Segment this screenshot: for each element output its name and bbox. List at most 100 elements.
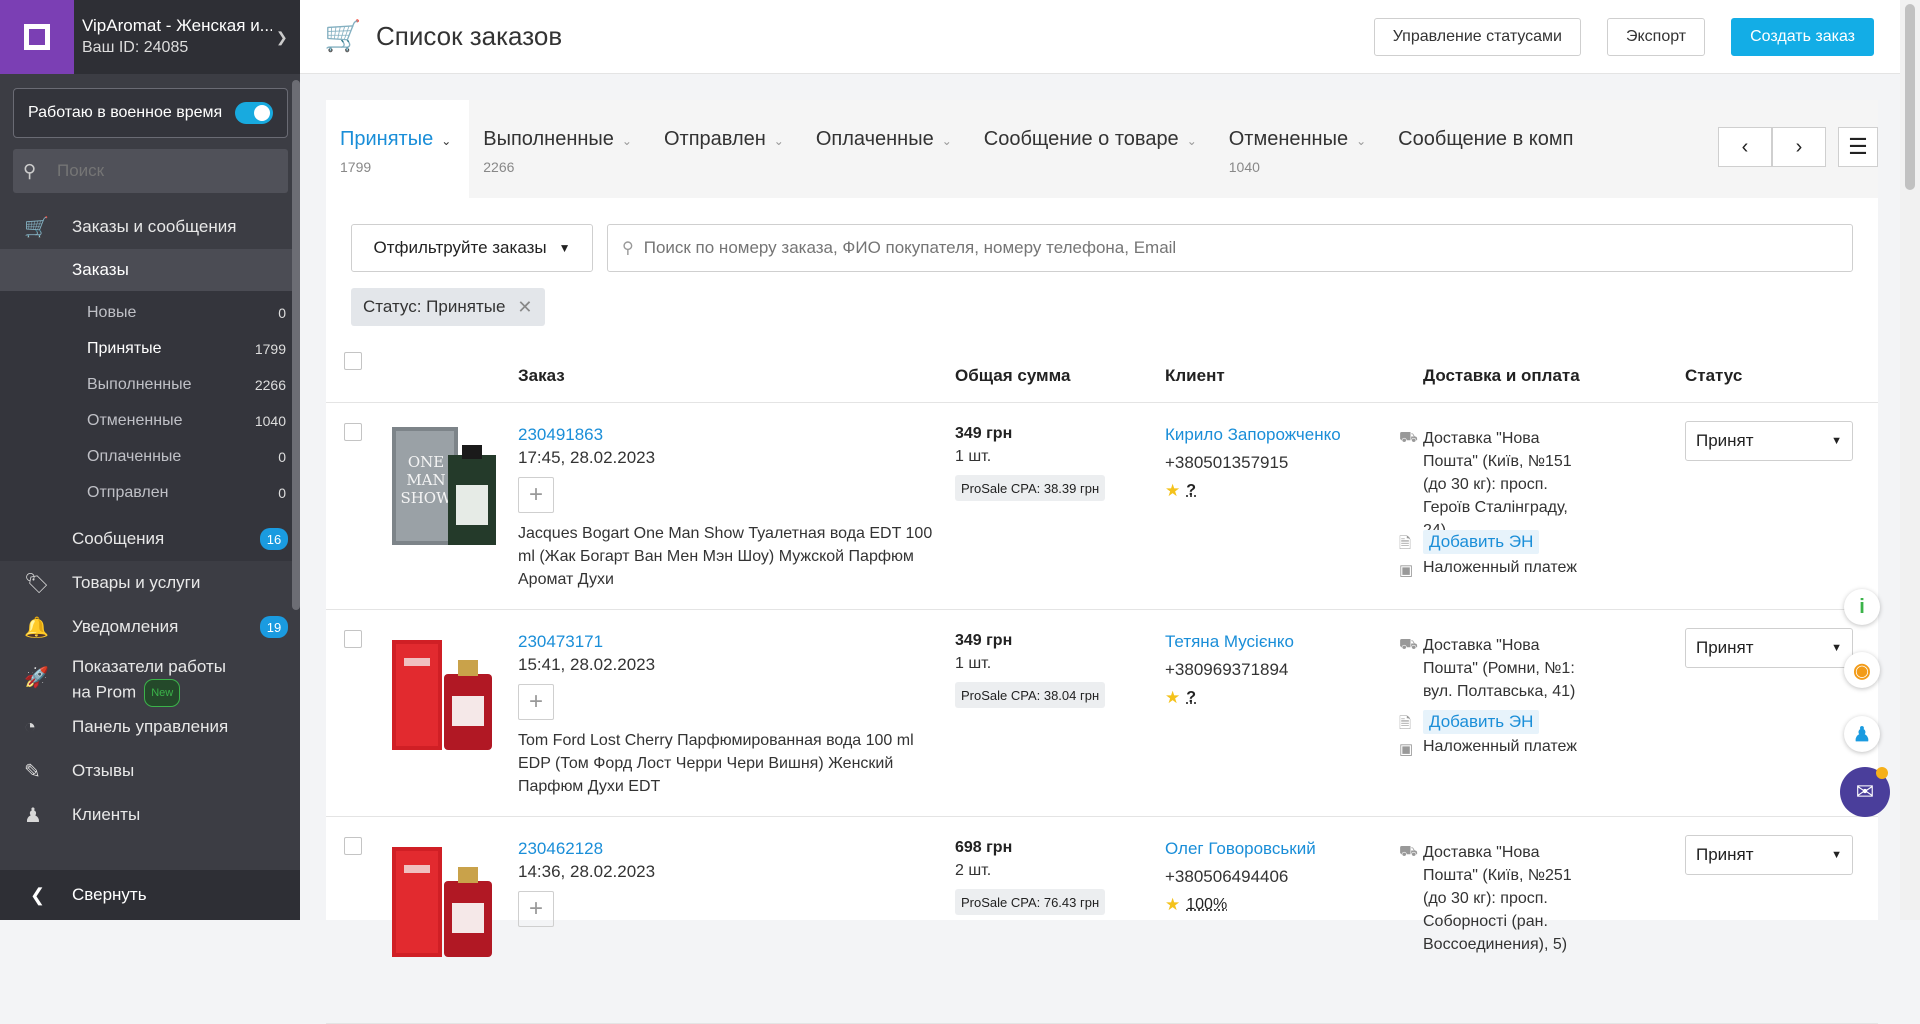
product-image[interactable] — [390, 841, 500, 966]
chevron-down-icon[interactable]: ❯ — [276, 29, 300, 46]
filter-orders-dropdown[interactable]: Отфильтруйте заказы ▼ — [351, 224, 593, 272]
table-row[interactable]: 230462128 14:36, 28.02.2023 + 698 грн 2 … — [326, 817, 1878, 1024]
add-en-button[interactable]: Добавить ЭН — [1423, 530, 1540, 554]
client-rating[interactable]: ★ 100% — [1165, 895, 1227, 915]
wallet-icon: ▣ — [1399, 562, 1414, 579]
collapse-sidebar-button[interactable]: ❮ Свернуть — [0, 870, 300, 920]
column-header: Клиент — [1165, 366, 1225, 385]
status-count: 0 — [278, 449, 286, 465]
chevron-down-icon: ▼ — [558, 241, 571, 255]
info-icon[interactable]: i — [1844, 589, 1880, 625]
sidebar-search-input[interactable] — [57, 161, 257, 181]
order-search-input[interactable] — [643, 238, 1744, 258]
status-select[interactable]: Принят ▼ — [1685, 835, 1853, 875]
row-checkbox[interactable] — [344, 423, 362, 441]
add-product-button[interactable]: + — [518, 684, 554, 720]
tab-cancelled[interactable]: Отмененные ⌄ 1040 — [1215, 100, 1384, 198]
status-label: Выполненные — [87, 376, 192, 393]
tab-completed[interactable]: Выполненные ⌄ 2266 — [469, 100, 650, 198]
sidebar-item-notifications[interactable]: 🔔 Уведомления 19 — [0, 605, 300, 649]
tabs-next-button[interactable]: › — [1772, 127, 1826, 167]
tab-paid[interactable]: Оплаченные ⌄ — [802, 100, 970, 198]
tabs-prev-button[interactable]: ‹ — [1718, 127, 1772, 167]
product-image[interactable]: ONE MAN SHOW — [390, 427, 500, 552]
tab-product-message[interactable]: Сообщение о товаре ⌄ — [970, 100, 1215, 198]
order-sum: 349 грн — [955, 425, 1013, 442]
tab-company-message[interactable]: Сообщение в комп — [1384, 100, 1574, 198]
sidebar-item-label: Отзывы — [72, 761, 135, 780]
sidebar-search[interactable]: ⚲ — [13, 149, 288, 193]
truck-icon: ⛟ — [1399, 429, 1418, 446]
column-header: Доставка и оплата — [1423, 366, 1580, 385]
chevron-down-icon: ▼ — [1831, 849, 1842, 861]
sidebar-scrollbar[interactable] — [292, 80, 300, 610]
order-search[interactable]: ⚲ — [607, 224, 1853, 272]
add-product-button[interactable]: + — [518, 477, 554, 513]
star-icon: ★ — [1165, 688, 1181, 707]
client-name-link[interactable]: Тетяна Мусієнко — [1165, 632, 1294, 652]
order-id-link[interactable]: 230462128 — [518, 839, 603, 859]
delivery-info: Доставка "Нова Пошта" (Київ, №251 (до 30… — [1423, 844, 1572, 953]
sidebar-item-label: Клиенты — [72, 805, 141, 824]
client-name-link[interactable]: Олег Говоровський — [1165, 839, 1316, 859]
tab-sent[interactable]: Отправлен ⌄ — [650, 100, 802, 198]
menu-icon[interactable]: ☰ — [1838, 127, 1878, 167]
row-checkbox[interactable] — [344, 630, 362, 648]
status-count: 1799 — [254, 341, 286, 357]
sidebar-status-paid[interactable]: Оплаченные 0 — [0, 439, 300, 475]
client-rating[interactable]: ★? — [1165, 688, 1196, 708]
delivery-info: Доставка "Нова Пошта" (Київ, №151 (до 30… — [1423, 430, 1572, 539]
company-header[interactable]: VipAromat - Женская и... Ваш ID: 24085 ❯ — [0, 0, 300, 74]
close-icon[interactable]: ✕ — [517, 297, 532, 318]
status-select[interactable]: Принят ▼ — [1685, 421, 1853, 461]
status-count: 0 — [278, 305, 286, 321]
order-sum: 698 грн — [955, 839, 1013, 856]
export-button[interactable]: Экспорт — [1606, 17, 1706, 56]
chat-icon[interactable]: ✉ — [1840, 767, 1890, 817]
order-id-link[interactable]: 230491863 — [518, 425, 603, 445]
dashboard-icon: ◔ — [24, 715, 37, 738]
sidebar-status-accepted[interactable]: Принятые 1799 — [0, 331, 300, 367]
client-name-link[interactable]: Кирило Запорожченко — [1165, 425, 1341, 445]
sidebar-status-cancelled[interactable]: Отмененные 1040 — [0, 403, 300, 439]
add-product-button[interactable]: + — [518, 891, 554, 927]
sidebar-status-sent[interactable]: Отправлен 0 — [0, 475, 300, 511]
sidebar-item-reviews[interactable]: ✎ Отзывы — [0, 749, 300, 793]
page-scrollbar[interactable] — [1900, 0, 1920, 920]
manage-statuses-button[interactable]: Управление статусами — [1373, 17, 1581, 56]
sidebar-item-label: Товары и услуги — [72, 573, 201, 592]
table-row[interactable]: 230473171 15:41, 28.02.2023 + Tom Ford L… — [326, 610, 1878, 817]
product-name: Tom Ford Lost Cherry Парфюмированная вод… — [518, 732, 914, 795]
sidebar-status-completed[interactable]: Выполненные 2266 — [0, 367, 300, 403]
order-datetime: 14:36, 28.02.2023 — [518, 862, 656, 881]
product-image[interactable] — [390, 634, 500, 759]
sidebar-item-clients[interactable]: ♟ Клиенты — [0, 793, 300, 837]
row-checkbox[interactable] — [344, 837, 362, 855]
tab-accepted[interactable]: Принятые ⌄ 1799 — [326, 100, 470, 198]
table-row[interactable]: ONE MAN SHOW 230491863 17:45, 28.02.2023… — [326, 403, 1878, 610]
user-icon[interactable]: ♟ — [1844, 716, 1880, 752]
sidebar-item-orders-messages[interactable]: 🛒 Заказы и сообщения — [0, 205, 300, 249]
svg-text:MAN: MAN — [406, 471, 445, 489]
war-mode-toggle[interactable] — [235, 102, 273, 124]
star-icon: ★ — [1165, 895, 1181, 914]
company-id: Ваш ID: 24085 — [82, 39, 189, 56]
add-en-button[interactable]: Добавить ЭН — [1423, 710, 1540, 734]
status-count: 0 — [278, 485, 286, 501]
sidebar-item-messages[interactable]: Сообщения 16 — [0, 517, 300, 561]
cpa-badge: ProSale CPA: 38.04 грн — [955, 682, 1106, 708]
select-all-checkbox[interactable] — [344, 352, 362, 370]
create-order-button[interactable]: Создать заказ — [1731, 17, 1874, 56]
document-icon: 🗎 — [1399, 535, 1412, 552]
sidebar-item-goods[interactable]: 🏷 Товары и услуги — [0, 561, 300, 605]
chip-label: Статус: Принятые — [363, 297, 506, 316]
sidebar-item-orders[interactable]: Заказы — [0, 249, 300, 291]
client-rating[interactable]: ★? — [1165, 481, 1196, 501]
sidebar-item-performance[interactable]: 🚀 Показатели работы на Prom New — [0, 649, 300, 707]
sidebar-status-new[interactable]: Новые 0 — [0, 295, 300, 331]
headset-icon[interactable]: ◉ — [1844, 652, 1880, 688]
sidebar-item-dashboard[interactable]: ◔ Панель управления — [0, 705, 300, 749]
order-id-link[interactable]: 230473171 — [518, 632, 603, 652]
status-label: Отправлен — [87, 484, 169, 501]
status-select[interactable]: Принят ▼ — [1685, 628, 1853, 668]
